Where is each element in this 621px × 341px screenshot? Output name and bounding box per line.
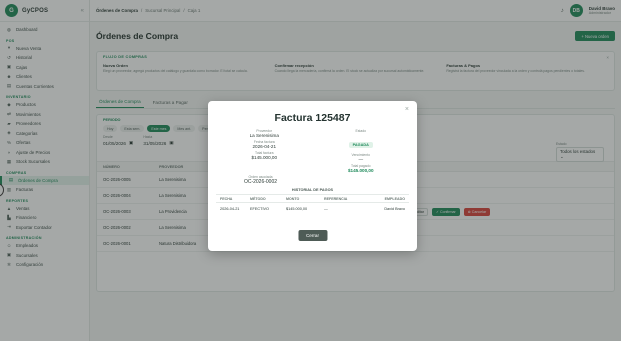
payment-reference: — bbox=[324, 206, 328, 211]
orden-value: OC-2026-0002 bbox=[243, 179, 278, 185]
vencimiento-value: — bbox=[358, 157, 364, 162]
payment-method: EFECTIVO bbox=[250, 206, 269, 211]
payment-history-table: FECHA MÉTODO MONTO REFERENCIA EMPLEADO 2… bbox=[216, 194, 409, 214]
payment-date: 2026-04-21 bbox=[220, 206, 240, 211]
proveedor-value: La Serenisima bbox=[249, 133, 279, 138]
pagado-value: $145.000,00 bbox=[347, 168, 374, 173]
column-header: EMPLEADO bbox=[384, 196, 405, 201]
column-header: REFERENCIA bbox=[324, 196, 348, 201]
fecha-value: 2026-04-21 bbox=[252, 144, 277, 149]
history-title: HISTORIAL DE PAGOS bbox=[291, 188, 334, 192]
status-badge: PAGADA bbox=[348, 142, 373, 148]
modal-title: Factura 125487 bbox=[274, 112, 351, 124]
payment-amount: $145.000,00 bbox=[286, 206, 308, 211]
column-header: MÉTODO bbox=[250, 196, 266, 201]
total-value: $145.000,00 bbox=[251, 155, 278, 160]
column-header: FECHA bbox=[220, 196, 233, 201]
payment-employee: David Bravo bbox=[384, 206, 405, 211]
table-row: 2026-04-21 EFECTIVO $145.000,00 — David … bbox=[216, 203, 409, 214]
invoice-modal: × Factura 125487 Proveedor La Serenisima… bbox=[208, 101, 417, 251]
table-header: FECHA MÉTODO MONTO REFERENCIA EMPLEADO bbox=[216, 195, 409, 203]
column-header: MONTO bbox=[286, 196, 300, 201]
close-button[interactable]: Cerrar bbox=[297, 230, 328, 241]
close-icon[interactable]: × bbox=[405, 106, 409, 113]
